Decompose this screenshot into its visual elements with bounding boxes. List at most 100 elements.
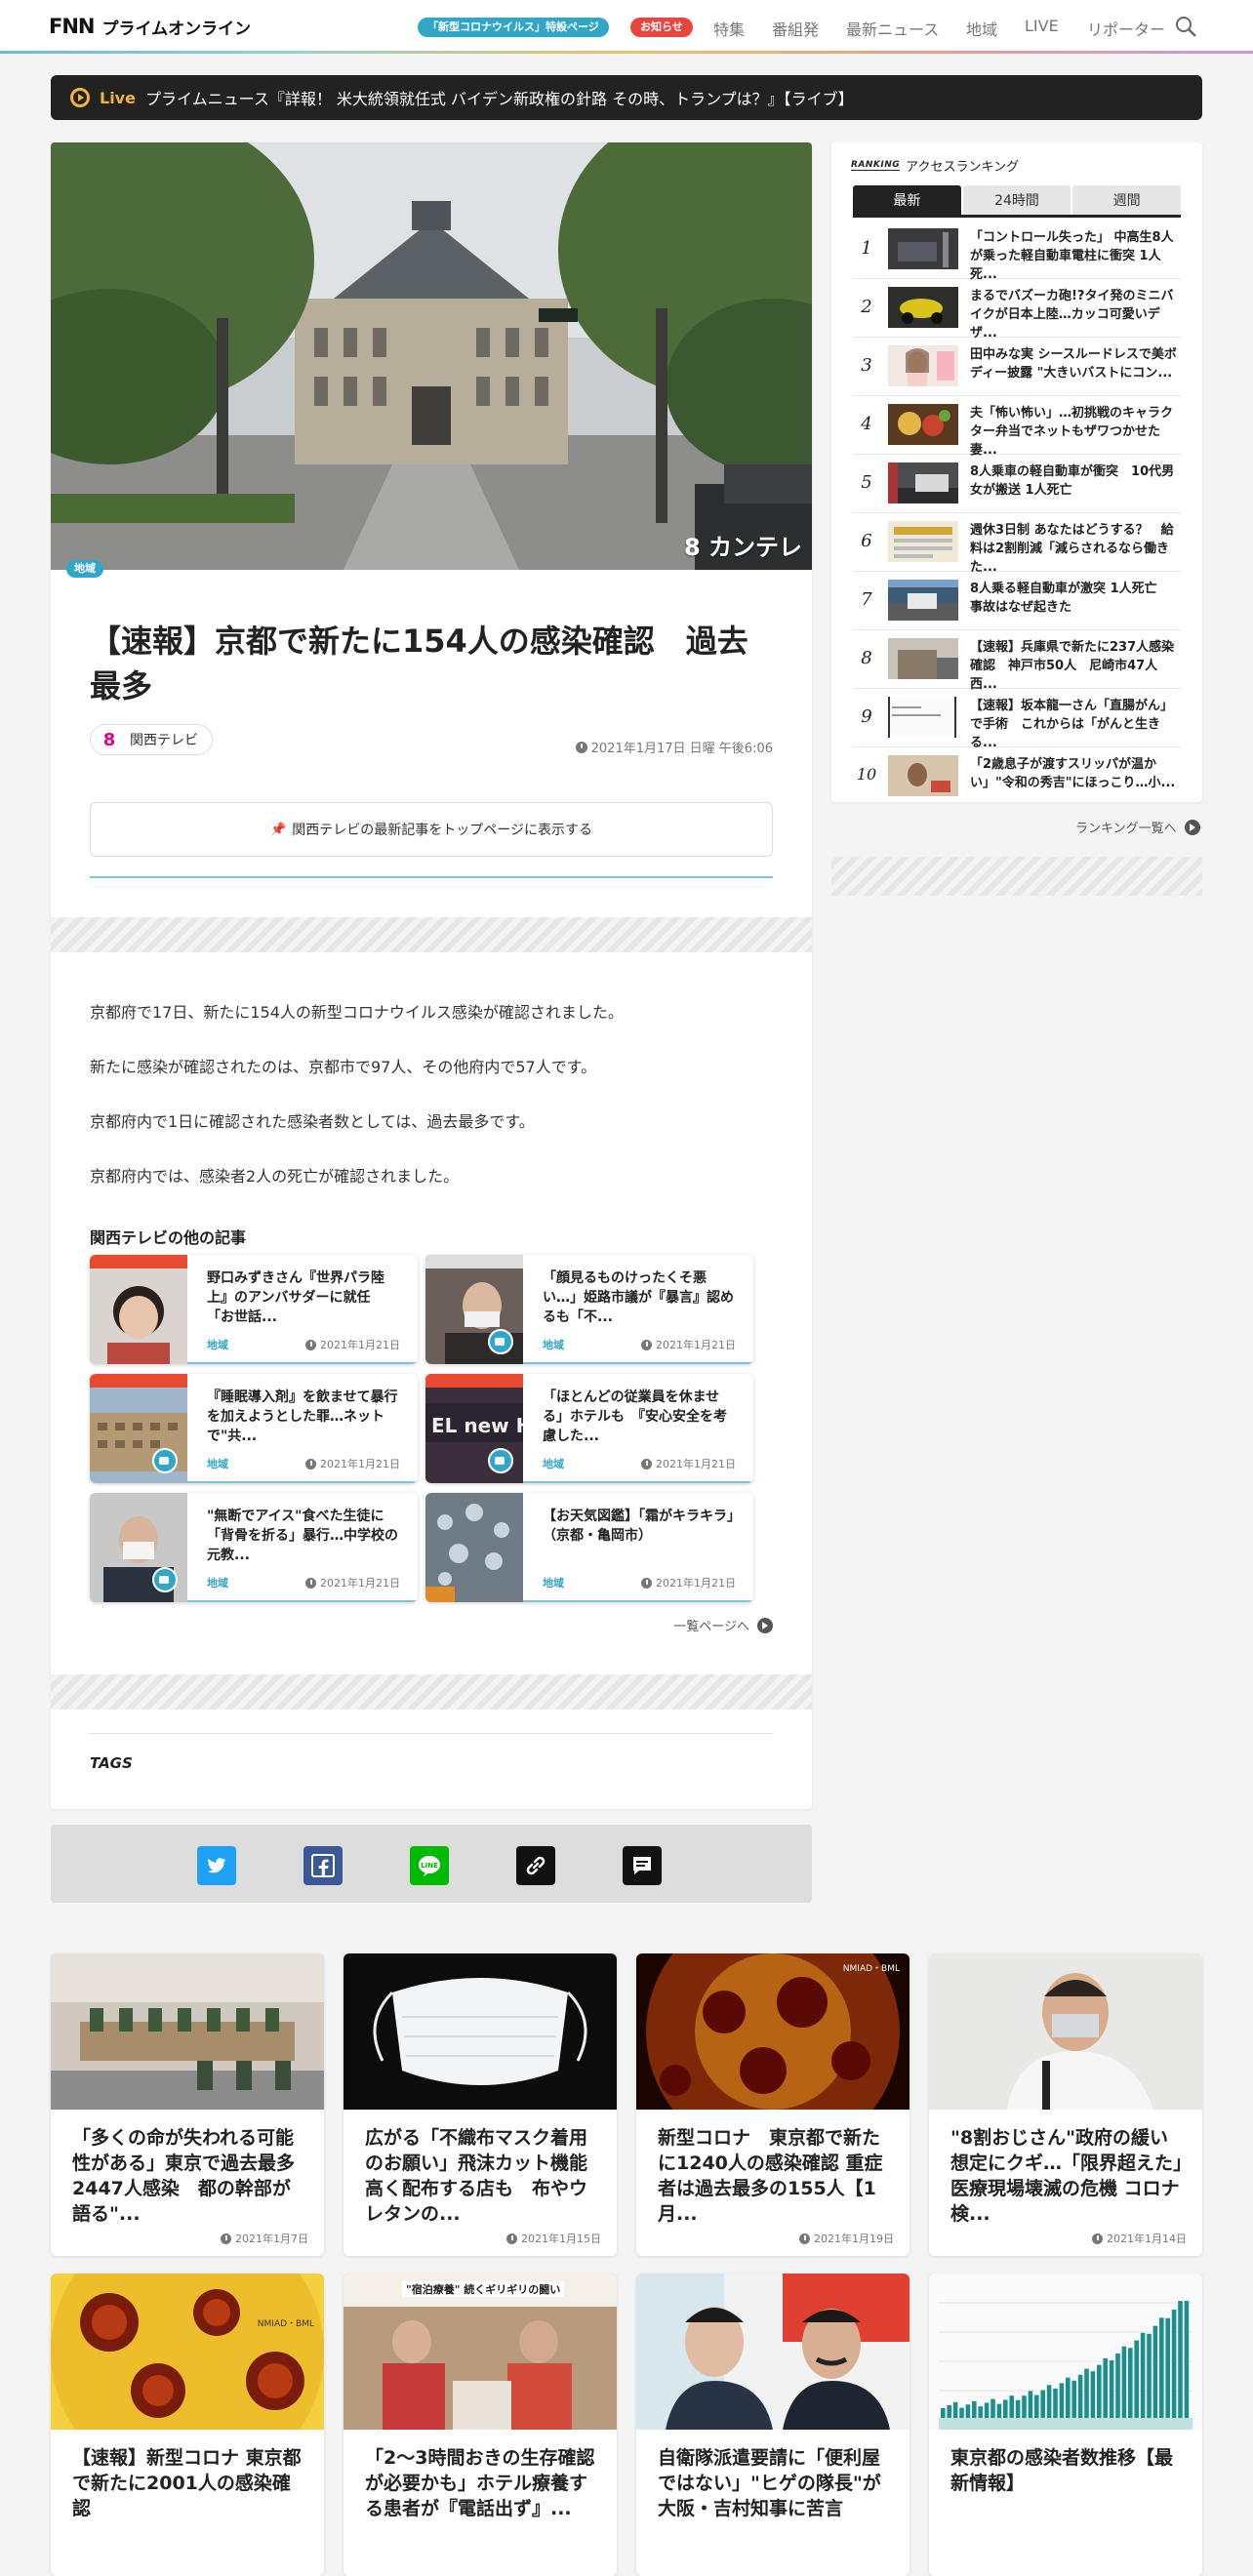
thumb-chart-bar <box>1040 2390 1045 2418</box>
nav-region[interactable]: 地域 <box>966 17 997 40</box>
related-article[interactable]: 野口みずきさん『世界パラ陸上』のアンバサダーに就任 「お世話... 地域 202… <box>90 1255 418 1364</box>
thumb-chart-bar <box>959 2407 964 2418</box>
thumb-chart-bar <box>1034 2395 1039 2418</box>
site-logo[interactable]: FNN プライムオンライン <box>49 15 252 39</box>
thumb-chart-bar <box>1097 2364 1102 2418</box>
line-share-icon[interactable]: LINE <box>410 1846 449 1885</box>
clock-icon <box>506 2233 517 2244</box>
comment-share-icon[interactable] <box>623 1846 662 1885</box>
clock-icon <box>305 1339 316 1350</box>
grid-article[interactable]: 「多くの命が失われる可能性がある」東京で過去最多2447人感染 都の幹部が語る"… <box>51 1953 324 2256</box>
logo-text: プライムオンライン <box>101 19 252 39</box>
ranking-item[interactable]: 3 田中みな実 シースルードレスで美ボディー披露 "大きいバストにコン... <box>853 338 1181 396</box>
thumb-chart-bar <box>1128 2348 1133 2418</box>
related-article[interactable]: 【お天気図鑑】「霜がキラキラ」（京都・亀岡市） 地域 2021年1月21日 <box>425 1493 753 1602</box>
related-thumb <box>90 1374 187 1483</box>
grid-article[interactable]: 広がる「不織布マスク着用のお願い」飛沫カット機能高く配布する店も 布やウレタンの… <box>344 1953 617 2256</box>
related-article[interactable]: EL new HA 「ほとんどの従業員を休ませる」ホテルも 『安心安全を考慮した… <box>425 1374 753 1483</box>
divider <box>90 876 773 878</box>
ranking-thumb <box>888 697 958 738</box>
clock-icon <box>1092 2233 1103 2244</box>
clock-icon <box>641 1339 652 1350</box>
related-article[interactable]: "無断でアイス"食べた生徒に「背骨を折る」暴行…中学校の元教... 地域 202… <box>90 1493 418 1602</box>
nav-bangumi[interactable]: 番組発 <box>772 17 819 40</box>
video-icon <box>488 1329 513 1354</box>
related-article[interactable]: 『睡眠導入剤』を飲ませて暴行を加えようとした罪…ネットで"共... 地域 202… <box>90 1374 418 1483</box>
thumb-chart-bar <box>1140 2332 1146 2418</box>
tags-label: TAGS <box>90 1754 133 1772</box>
ranking-item[interactable]: 7 8人乗る軽自動車が激突 1人死亡 事故はなぜ起きた <box>853 572 1181 630</box>
thumb-chart-bar <box>1084 2368 1089 2418</box>
grid-article[interactable]: 自衛隊派遣要請に「便利屋ではない」"ヒゲの隊長"が大阪・吉村知事に苦言 <box>636 2274 909 2576</box>
tab-latest[interactable]: 最新 <box>853 185 961 215</box>
facebook-share-icon[interactable] <box>303 1846 343 1885</box>
source-badge[interactable]: 8 関西テレビ <box>90 724 213 755</box>
thumb-chart-bar <box>1178 2301 1183 2418</box>
search-icon[interactable] <box>1174 15 1197 38</box>
hatch-divider <box>51 1674 812 1710</box>
grid-image <box>636 2274 909 2430</box>
ranking-item[interactable]: 2 まるでバズーカ砲!?タイ発のミニバイクが日本上陸…カッコ可愛いデザ... <box>853 279 1181 341</box>
grid-article[interactable]: NMIAD・BML 【速報】新型コロナ 東京都で新たに2001人の感染確認 <box>51 2274 324 2576</box>
share-bar: LINE <box>51 1825 812 1903</box>
grid-image <box>344 1953 617 2110</box>
thumb-chart-bar <box>1046 2385 1052 2418</box>
ranking-tabs: 最新 24時間 週間 <box>853 185 1182 215</box>
ranking-item[interactable]: 9 【速報】坂本龍一さん「直腸がん」で手術 これからは「がんと生きる... <box>853 689 1181 750</box>
related-thumb: EL new HA <box>425 1374 547 1483</box>
ranking-thumb <box>888 521 958 562</box>
thumb-chart-bar <box>947 2404 951 2418</box>
ranking-thumb <box>888 755 958 796</box>
ranking-item[interactable]: 5 8人乗車の軽自動車が衝突 10代男女が搬送 1人死亡 <box>853 455 1181 513</box>
thumb-chart-bar <box>1109 2360 1114 2418</box>
ranking-item[interactable]: 10 「2歳息子が渡すスリッパが温かい」"令和の秀吉"にほっこり…小... <box>853 747 1181 806</box>
ranking-item[interactable]: 4 夫「怖い怖い」…初挑戦のキャラクター弁当でネットもザワつかせた妻... <box>853 396 1181 458</box>
thumb-chart-bar <box>972 2400 977 2418</box>
nav-latest-news[interactable]: 最新ニュース <box>846 17 939 40</box>
clock-icon <box>641 1458 652 1469</box>
thumb-chart-bar <box>965 2404 971 2418</box>
nav-live[interactable]: LIVE <box>1025 17 1059 35</box>
grid-article[interactable]: NMIAD・BML 新型コロナ 東京都で新たに1240人の感染確認 重症者は過去… <box>636 1953 909 2256</box>
site-header: FNN プライムオンライン 「新型コロナウイルス」特設ページ お知らせ 特集 番… <box>0 0 1253 54</box>
live-label: Live <box>100 88 136 107</box>
category-chip[interactable]: 地域 <box>66 560 103 578</box>
article-title: 【速報】京都で新たに154人の感染確認 過去最多 <box>90 623 748 704</box>
grid-article[interactable]: 東京都の感染者数推移【最新情報】 <box>929 2274 1202 2576</box>
related-article[interactable]: 「顔見るものけったくそ悪い…」姫路市議が『暴言』認めるも「不... 地域 202… <box>425 1255 753 1364</box>
copy-link-icon[interactable] <box>516 1846 555 1885</box>
twitter-share-icon[interactable] <box>197 1846 236 1885</box>
nav-tokushu[interactable]: 特集 <box>713 17 745 40</box>
ranking-item[interactable]: 6 週休3日制 あなたはどうする？ 給料は2割削減「減らされるなら働きた... <box>853 513 1181 575</box>
notice-link[interactable]: お知らせ <box>630 18 693 37</box>
thumb-chart-bar <box>1134 2340 1139 2418</box>
ranking-more-link[interactable]: ランキング一覧へ <box>1075 818 1200 836</box>
ranking-item[interactable]: 8 【速報】兵庫県で新たに237人感染確認 神戸市50人 尼崎市47人 西... <box>853 630 1181 692</box>
svg-text:LINE: LINE <box>421 1862 438 1870</box>
video-icon <box>488 1448 513 1473</box>
thumb-chart-bar <box>1066 2377 1071 2418</box>
grid-image <box>929 1953 1202 2110</box>
related-section-title: 関西テレビの他の記事 <box>90 1228 247 1247</box>
thumb-chart-bar <box>1077 2374 1083 2418</box>
related-thumb <box>90 1255 187 1364</box>
more-list-link[interactable]: 一覧ページへ <box>673 1616 773 1634</box>
grid-article[interactable]: "宿泊療養" 続くギリギリの闘い 「2～3時間おきの生存確認が必要かも」ホテル療… <box>344 2274 617 2576</box>
tab-24h[interactable]: 24時間 <box>962 185 1071 215</box>
thumb-chart-bar <box>990 2398 995 2418</box>
thumb-chart-bar <box>1147 2333 1152 2418</box>
thumb-chart-bar <box>1152 2325 1158 2418</box>
grid-article[interactable]: "8割おじさん"政府の緩い想定にクギ…「限界超えた」医療現場壊滅の危機 コロナ検… <box>929 1953 1202 2256</box>
sidebar-ad-placeholder <box>831 857 1202 896</box>
ranking-item[interactable]: 1 「コントロール失った」 中高生8人が乗った軽自動車電柱に衝突 1人死... <box>853 221 1181 282</box>
nav-reporter[interactable]: リポーター <box>1087 17 1165 40</box>
ranking-thumb <box>888 404 958 445</box>
live-banner[interactable]: Live プライムニュース『詳報！ 米大統領就任式 バイデン新政権の針路 その時… <box>51 75 1202 120</box>
thumb-chart-bar <box>978 2406 983 2418</box>
related-thumb <box>90 1493 187 1602</box>
pin-to-top-button[interactable]: 📌 関西テレビの最新記事をトップページに表示する <box>90 802 773 857</box>
video-icon <box>152 1448 178 1473</box>
tab-weekly[interactable]: 週間 <box>1072 185 1182 215</box>
ranking-title: RANKING アクセスランキング <box>851 160 1020 175</box>
corona-special-link[interactable]: 「新型コロナウイルス」特設ページ <box>418 18 609 37</box>
